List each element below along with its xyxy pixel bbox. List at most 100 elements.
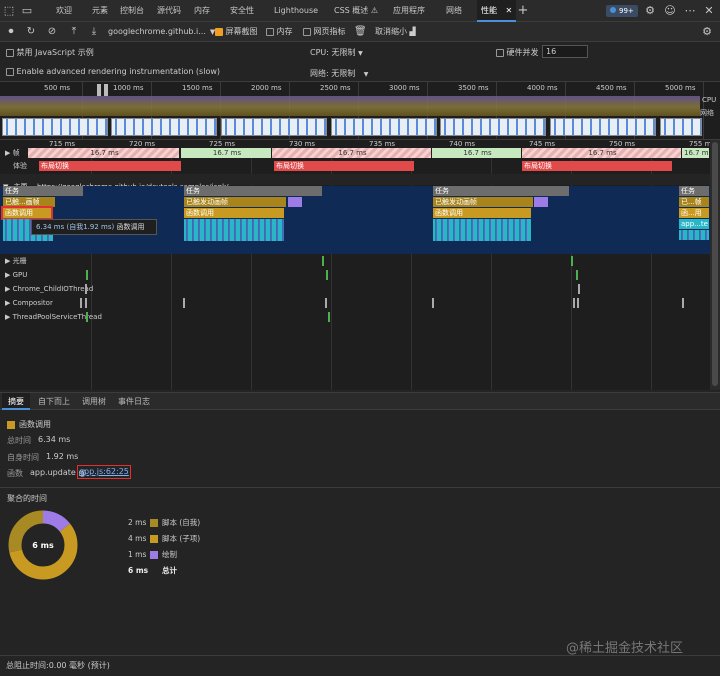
legend-row: 4 ms 脚本 (子项) xyxy=(128,533,200,544)
thread-track-label: Compositor xyxy=(12,299,53,307)
issues-badge[interactable]: 99+ xyxy=(606,5,638,17)
layout-shift-event[interactable]: 布局切换 xyxy=(39,161,181,171)
screenshot-thumbnail[interactable] xyxy=(221,118,327,136)
source-link[interactable]: app.js:62:25 xyxy=(77,465,131,479)
tab-sources[interactable]: 源代码 xyxy=(157,0,181,22)
tab-security[interactable]: 安全性 xyxy=(230,0,254,22)
animation-frame-block[interactable]: 已触...画帧 xyxy=(3,197,55,207)
app-update-block[interactable]: app...te xyxy=(679,219,709,229)
tab-application[interactable]: 应用程序 xyxy=(393,0,425,22)
frame-block[interactable]: 16.7 ms xyxy=(181,148,272,158)
advanced-rendering-option[interactable]: Enable advanced rendering instrumentatio… xyxy=(6,67,220,76)
thread-event-mark xyxy=(325,298,327,308)
thread-track-header[interactable]: ▶ Chrome_ChildIOThread xyxy=(0,282,93,296)
frame-block[interactable]: 16.7 ms xyxy=(682,148,710,158)
web-vitals-toggle[interactable]: 网页指标 xyxy=(303,22,346,42)
tab-console[interactable]: 控制台 xyxy=(120,0,144,22)
close-tab-icon[interactable]: ✕ xyxy=(506,6,513,15)
inspect-element-icon[interactable]: ⬚ xyxy=(2,4,16,18)
cpu-throttle: CPU: 无限制 ▼ xyxy=(310,47,363,58)
disable-js-checkbox[interactable] xyxy=(6,48,14,57)
paint-block[interactable] xyxy=(534,197,548,207)
tab-lighthouse[interactable]: Lighthouse xyxy=(274,0,318,22)
tab-welcome[interactable]: 欢迎 xyxy=(56,0,72,22)
animation-frame-block[interactable]: 已触发动画帧 xyxy=(433,197,533,207)
layout-shift-event[interactable]: 布局切换 xyxy=(274,161,414,171)
main-thread-header[interactable]: ▼ 主要 -- https://googlechrome.github.io/d… xyxy=(0,174,710,191)
record-icon[interactable]: ⏺ xyxy=(5,25,17,39)
tab-performance[interactable]: 性能 ✕ xyxy=(477,0,517,22)
feedback-icon[interactable]: ☺ xyxy=(663,4,677,18)
frames-track-header[interactable]: ▶ 帧 xyxy=(0,148,20,158)
memory-checkbox[interactable] xyxy=(266,27,274,36)
screenshot-thumbnail[interactable] xyxy=(550,118,656,136)
task-block[interactable]: 任务 xyxy=(433,186,569,196)
reload-record-icon[interactable]: ↻ xyxy=(25,25,37,39)
settings-gear-icon[interactable]: ⚙ xyxy=(643,4,657,18)
thread-event-mark xyxy=(682,298,684,308)
tab-network[interactable]: 网络 xyxy=(446,0,462,22)
task-block[interactable]: 任务 xyxy=(184,186,322,196)
web-vitals-checkbox[interactable] xyxy=(303,27,311,36)
tab-event-log[interactable]: 事件日志 xyxy=(118,393,150,410)
frame-block[interactable]: 16.7 ms xyxy=(432,148,522,158)
tab-css-overview[interactable]: CSS 概述 ⚠ xyxy=(334,0,378,22)
advanced-rendering-checkbox[interactable] xyxy=(6,67,14,76)
clear-icon[interactable]: ⊘ xyxy=(46,25,58,39)
function-call-block[interactable]: 函数调用 xyxy=(433,208,531,218)
network-select[interactable]: 无限制 ▼ xyxy=(331,69,368,78)
experience-track-header[interactable]: 体验 xyxy=(0,160,27,172)
task-block[interactable]: 任务 xyxy=(679,186,709,196)
overview-tick-label: 500 ms xyxy=(44,84,71,92)
tab-bottom-up[interactable]: 自下而上 xyxy=(38,393,70,410)
add-tab-icon[interactable]: + xyxy=(516,4,530,18)
screenshot-thumbnail[interactable] xyxy=(660,118,702,136)
timeline-overview[interactable]: 500 ms 1000 ms 1500 ms 2000 ms 2500 ms 3000 m… xyxy=(0,82,720,140)
function-call-block[interactable]: 函...用 xyxy=(679,208,709,218)
trash-icon[interactable]: 🗑 xyxy=(354,25,367,39)
scrollbar-thumb[interactable] xyxy=(712,142,718,386)
capture-settings-gear-icon[interactable]: ⚙ xyxy=(700,25,714,39)
more-options-icon[interactable]: ⋯ xyxy=(683,4,697,18)
thread-track-header[interactable]: ▶ 光栅 xyxy=(0,254,27,268)
vertical-scrollbar[interactable] xyxy=(710,140,720,390)
animation-frame-block[interactable]: 已...帧 xyxy=(679,197,709,207)
tab-elements[interactable]: 元素 xyxy=(92,0,108,22)
screenshot-thumbnail[interactable] xyxy=(440,118,546,136)
overview-right-handle[interactable] xyxy=(104,84,108,96)
disable-js-samples-option[interactable]: 禁用 JavaScript 示例 xyxy=(6,47,94,58)
task-block[interactable]: 任务 xyxy=(3,186,83,196)
thread-track-header[interactable]: ▶ Compositor xyxy=(0,296,53,310)
hardware-concurrency-option[interactable]: 硬件并发 xyxy=(496,47,539,58)
thread-track-header[interactable]: ▶ GPU xyxy=(0,268,27,282)
frame-block[interactable]: 16.7 ms xyxy=(28,148,180,158)
selected-function-call[interactable]: 函数调用 xyxy=(1,206,53,220)
frame-block[interactable]: 16.7 ms xyxy=(522,148,682,158)
cpu-select[interactable]: 无限制 ▼ xyxy=(332,48,363,57)
tab-memory[interactable]: 内存 xyxy=(194,0,210,22)
screenshot-thumbnail[interactable] xyxy=(111,118,217,136)
screenshots-toggle[interactable]: 屏幕截图 xyxy=(215,22,258,42)
shrink-button[interactable]: 取消缩小 ▟ xyxy=(375,22,416,42)
upload-icon[interactable]: ⤒ xyxy=(68,25,80,39)
tab-call-tree[interactable]: 调用树 xyxy=(82,393,106,410)
tab-summary[interactable]: 摘要 xyxy=(2,393,30,410)
hardware-concurrency-checkbox[interactable] xyxy=(496,48,504,57)
paint-block[interactable] xyxy=(288,197,302,207)
cpu-activity-chart xyxy=(0,96,700,116)
frame-block[interactable]: 16.7 ms xyxy=(272,148,432,158)
function-call-block[interactable]: 函数调用 xyxy=(184,208,284,218)
screenshot-thumbnail[interactable] xyxy=(2,118,108,136)
download-icon[interactable]: ⤓ xyxy=(88,25,100,39)
overview-left-handle[interactable] xyxy=(97,84,101,96)
memory-toggle[interactable]: 内存 xyxy=(266,22,293,42)
screenshots-checkbox[interactable] xyxy=(215,27,223,36)
device-toolbar-icon[interactable]: ▭ xyxy=(20,4,34,18)
flame-chart[interactable]: 715 ms 720 ms 725 ms 730 ms 735 ms 740 ms 745 … xyxy=(0,140,720,390)
hardware-concurrency-input[interactable]: 16 xyxy=(542,45,588,58)
screenshot-thumbnail[interactable] xyxy=(331,118,437,136)
animation-frame-block[interactable]: 已触发动画帧 xyxy=(184,197,286,207)
recording-select[interactable]: googlechrome.github.i... ▼ xyxy=(108,22,215,42)
layout-shift-event[interactable]: 布局切换 xyxy=(522,161,672,171)
close-devtools-icon[interactable]: ✕ xyxy=(702,4,716,18)
